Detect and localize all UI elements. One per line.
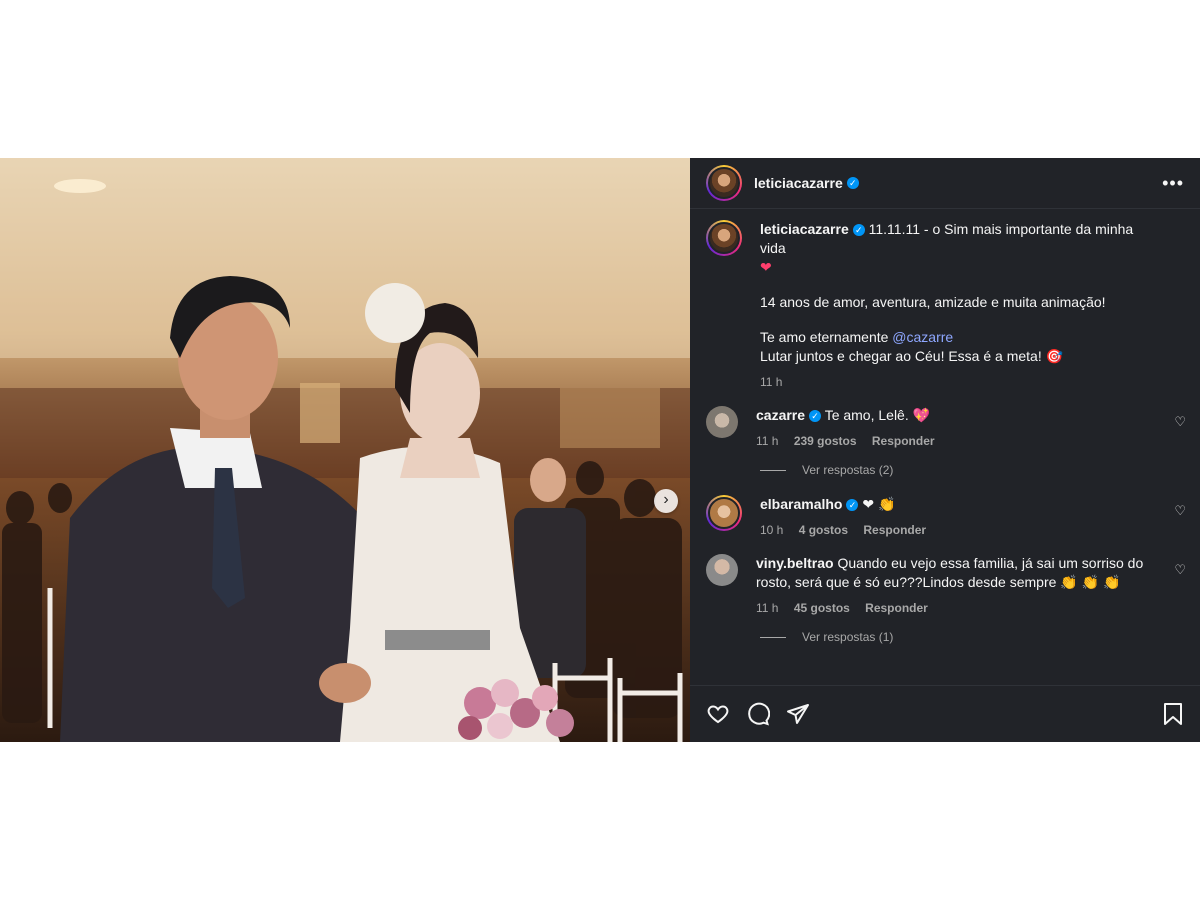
verified-badge-icon: ✓ [809, 410, 822, 422]
verified-badge-icon: ✓ [852, 224, 865, 236]
caption-paragraph-3: Te amo eternamente @cazarre Lutar juntos… [760, 328, 1158, 366]
commenter-avatar[interactable] [706, 406, 738, 438]
comment-text: ❤ 👏 [862, 496, 896, 512]
reply-button[interactable]: Responder [872, 434, 935, 448]
comments-list[interactable]: leticiacazarre ✓ 11.11.11 - o Sim mais im… [690, 220, 1200, 682]
comment-likes[interactable]: 4 gostos [799, 523, 848, 537]
caption: leticiacazarre ✓ 11.11.11 - o Sim mais im… [690, 220, 1200, 392]
verified-badge-icon: ✓ [846, 177, 859, 189]
comment-item: cazarre ✓ Te amo, Lelê. 💖 11 h 239 gostos… [690, 406, 1200, 451]
comment-item: viny.beltrao Quando eu vejo essa familia… [690, 554, 1200, 618]
caption-para3-line2: Lutar juntos e chegar ao Céu! Essa é a m… [760, 348, 1064, 364]
author-avatar[interactable] [706, 165, 742, 201]
caption-author-avatar[interactable] [706, 220, 742, 256]
like-comment-heart-icon[interactable]: ♡ [1174, 562, 1186, 578]
comment-likes[interactable]: 45 gostos [794, 601, 850, 615]
comment-username[interactable]: cazarre [756, 407, 805, 423]
view-replies-button[interactable]: Ver respostas (1) [760, 630, 1200, 644]
post-photo[interactable]: › [0, 158, 690, 742]
author-username[interactable]: leticiacazarre [754, 175, 843, 191]
like-comment-heart-icon[interactable]: ♡ [1174, 503, 1186, 519]
heart-emoji: ❤ [760, 259, 772, 275]
more-options-icon[interactable]: ••• [1162, 173, 1184, 194]
comment-username[interactable]: viny.beltrao [756, 555, 834, 571]
comment-time: 11 h [756, 601, 779, 615]
next-image-button[interactable]: › [654, 489, 678, 513]
share-icon[interactable] [786, 702, 810, 726]
post-actions-bar [690, 685, 1200, 742]
post-header: leticiacazarre ✓ ••• [690, 158, 1200, 209]
caption-para3-prefix: Te amo eternamente [760, 329, 893, 345]
reply-button[interactable]: Responder [865, 601, 928, 615]
comment-likes[interactable]: 239 gostos [794, 434, 857, 448]
heart-icon[interactable] [706, 702, 730, 726]
caption-paragraph-2: 14 anos de amor, aventura, amizade e mui… [760, 294, 1106, 310]
post-container: › leticiacazarre ✓ ••• leticiacazarre ✓ 1… [0, 158, 1200, 742]
mention-link[interactable]: @cazarre [892, 329, 953, 345]
wedding-photo-illustration [0, 158, 690, 742]
like-comment-heart-icon[interactable]: ♡ [1174, 414, 1186, 430]
comment-time: 10 h [760, 523, 784, 537]
caption-time: 11 h [760, 375, 783, 389]
comment-icon[interactable] [746, 702, 770, 726]
view-replies-button[interactable]: Ver respostas (2) [760, 463, 1200, 477]
comment-time: 11 h [756, 434, 779, 448]
commenter-avatar[interactable] [706, 495, 742, 531]
verified-badge-icon: ✓ [846, 499, 859, 511]
comment-text: Te amo, Lelê. 💖 [824, 407, 931, 423]
comment-item: elbaramalho ✓ ❤ 👏 10 h 4 gostos Responder… [690, 495, 1200, 540]
commenter-avatar[interactable] [706, 554, 738, 586]
comment-username[interactable]: elbaramalho [760, 496, 842, 512]
caption-username[interactable]: leticiacazarre [760, 221, 849, 237]
post-side-panel: leticiacazarre ✓ ••• leticiacazarre ✓ 11.… [690, 158, 1200, 742]
reply-button[interactable]: Responder [863, 523, 926, 537]
bookmark-icon[interactable] [1162, 702, 1184, 726]
